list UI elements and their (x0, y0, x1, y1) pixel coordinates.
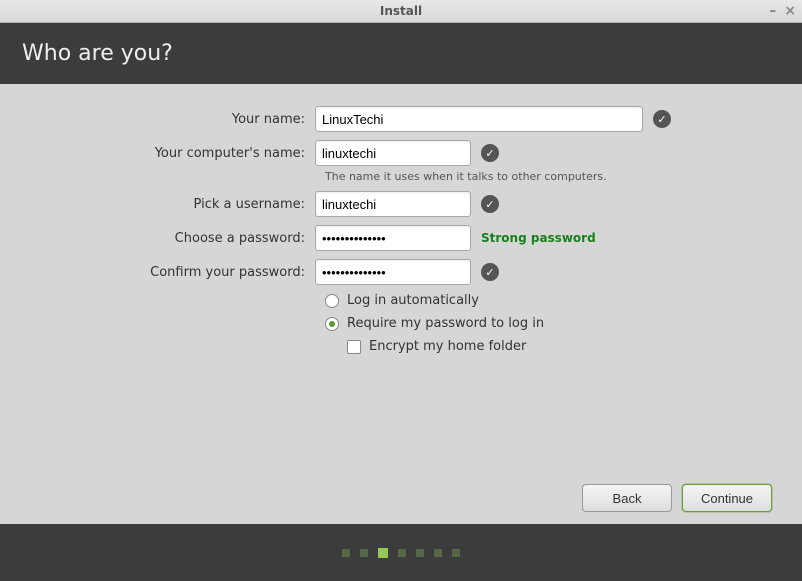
close-icon[interactable]: × (784, 3, 796, 19)
username-label: Pick a username: (30, 197, 315, 212)
page-title: Who are you? (22, 41, 173, 66)
confirm-label: Confirm your password: (30, 265, 315, 280)
name-input[interactable] (315, 106, 643, 132)
check-icon: ✓ (481, 263, 499, 281)
encrypt-home-option[interactable]: Encrypt my home folder (347, 339, 772, 354)
checkbox-icon (347, 340, 361, 354)
continue-button[interactable]: Continue (682, 484, 772, 512)
password-label: Choose a password: (30, 231, 315, 246)
progress-dot (398, 549, 406, 557)
window-controls: – × (769, 0, 796, 22)
check-icon: ✓ (481, 144, 499, 162)
progress-dot (360, 549, 368, 557)
form-area: Your name: ✓ Your computer's name: ✓ The… (0, 84, 802, 484)
confirm-input[interactable] (315, 259, 471, 285)
window-title: Install (380, 4, 422, 18)
require-password-option[interactable]: Require my password to log in (325, 316, 772, 331)
auto-login-option[interactable]: Log in automatically (325, 293, 772, 308)
progress-dot (378, 548, 388, 558)
name-label: Your name: (30, 112, 315, 127)
page-header: Who are you? (0, 23, 802, 84)
auto-login-label: Log in automatically (347, 293, 479, 308)
password-input[interactable] (315, 225, 471, 251)
progress-dot (452, 549, 460, 557)
computer-hint: The name it uses when it talks to other … (325, 170, 772, 183)
minimize-icon[interactable]: – (769, 3, 776, 19)
back-button[interactable]: Back (582, 484, 672, 512)
check-icon: ✓ (653, 110, 671, 128)
encrypt-home-label: Encrypt my home folder (369, 339, 526, 354)
progress-dot (416, 549, 424, 557)
login-options: Log in automatically Require my password… (325, 293, 772, 354)
radio-icon (325, 317, 339, 331)
progress-footer (0, 524, 802, 581)
radio-icon (325, 294, 339, 308)
username-input[interactable] (315, 191, 471, 217)
require-password-label: Require my password to log in (347, 316, 544, 331)
progress-dot (434, 549, 442, 557)
computer-input[interactable] (315, 140, 471, 166)
computer-label: Your computer's name: (30, 146, 315, 161)
button-bar: Back Continue (0, 484, 802, 524)
check-icon: ✓ (481, 195, 499, 213)
window-titlebar: Install – × (0, 0, 802, 23)
progress-dot (342, 549, 350, 557)
password-strength: Strong password (481, 231, 596, 245)
